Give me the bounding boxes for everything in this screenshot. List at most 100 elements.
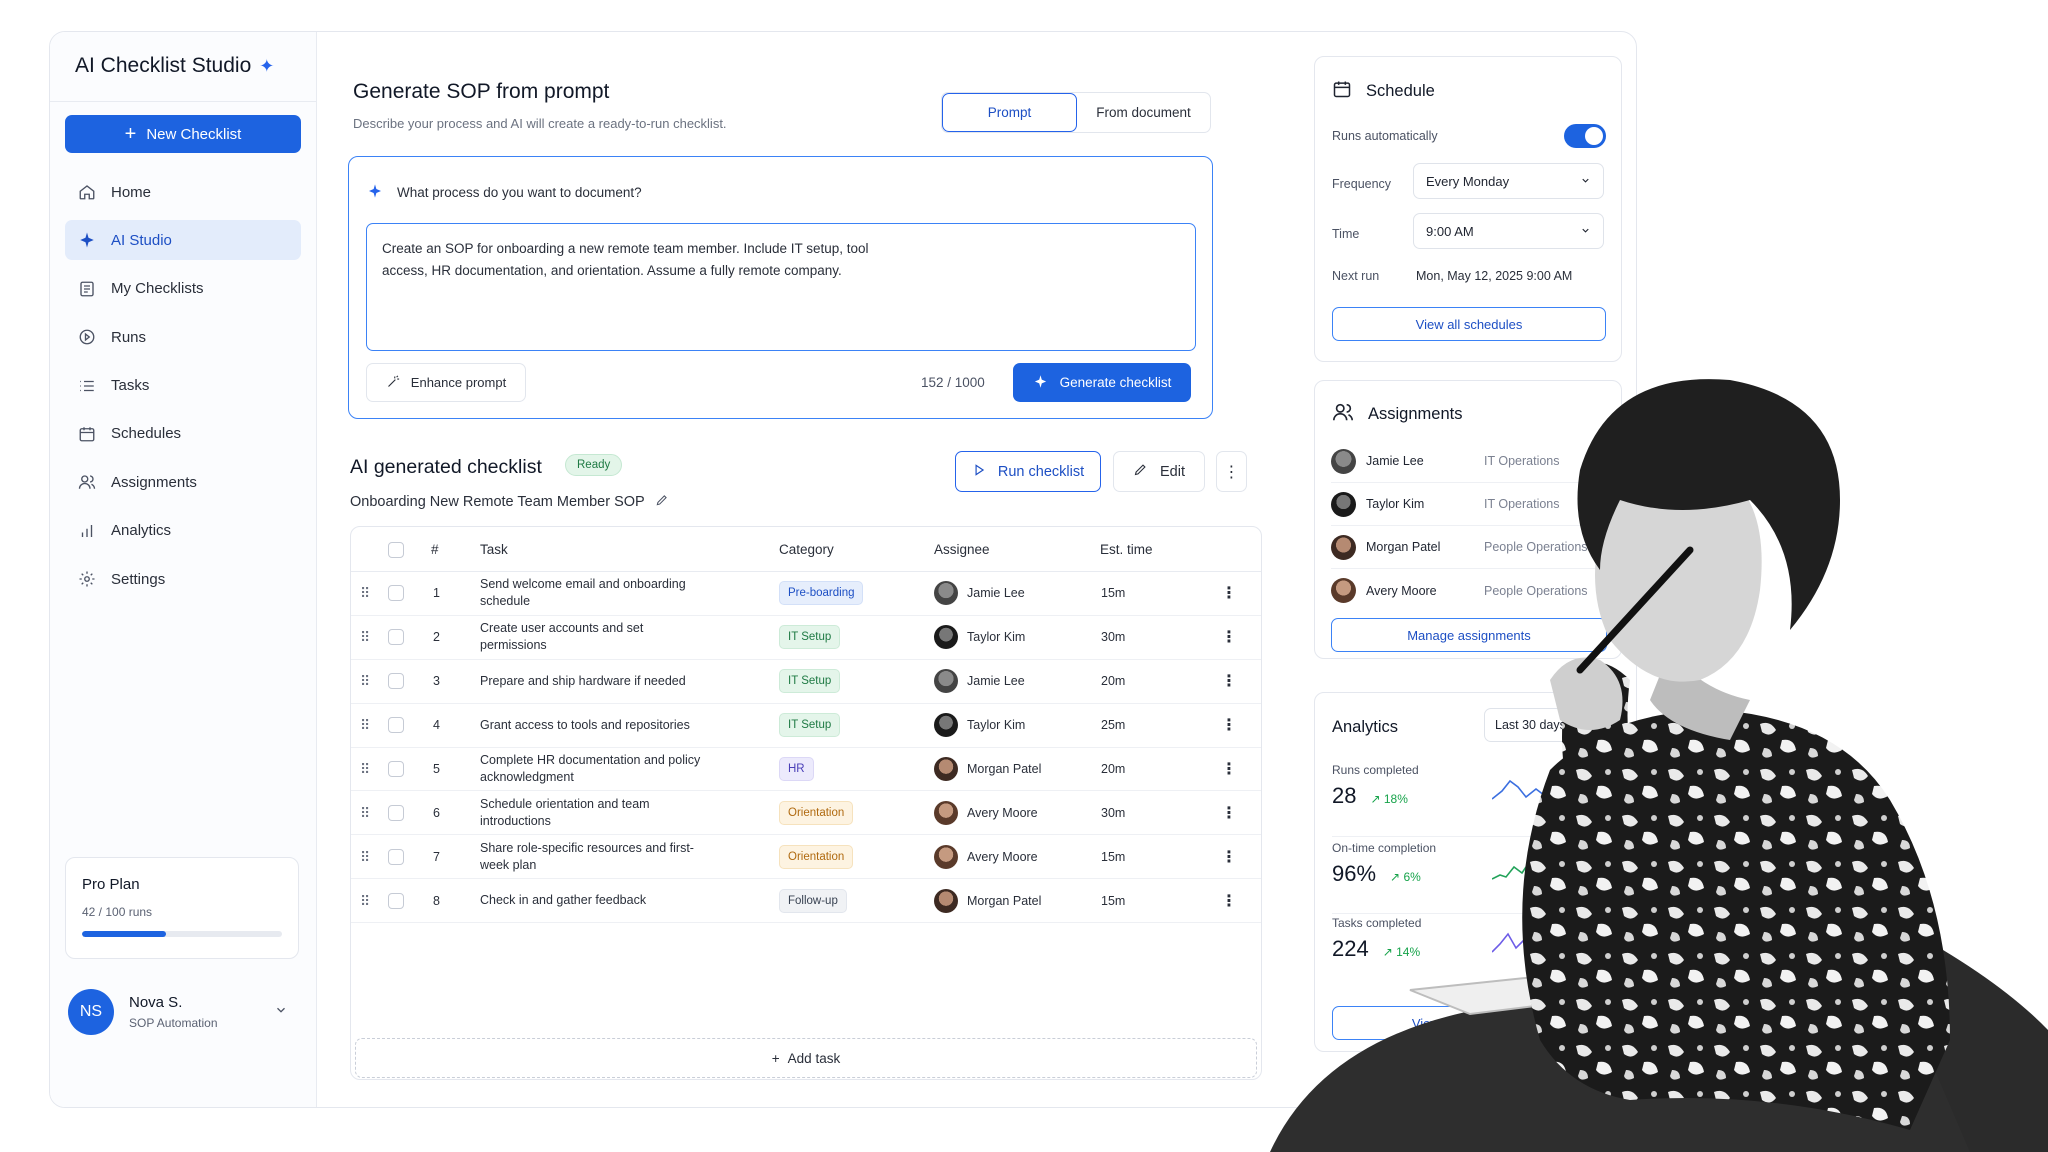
sidebar-item-analytics[interactable]: Analytics <box>65 511 301 551</box>
enhance-prompt-button[interactable]: Enhance prompt <box>366 363 526 402</box>
home-icon <box>77 182 97 202</box>
avatar <box>934 888 958 913</box>
sparkle-icon <box>1033 374 1048 392</box>
row-number: 3 <box>433 674 440 689</box>
row-number: 4 <box>433 718 440 733</box>
drag-handle-icon[interactable]: ⠿ <box>360 572 370 615</box>
table-row[interactable]: ⠿ 1 Send welcome email and onboarding sche… <box>351 572 1261 616</box>
edit-button[interactable]: Edit <box>1113 451 1205 492</box>
drag-handle-icon[interactable]: ⠿ <box>360 704 370 747</box>
row-checkbox[interactable] <box>388 848 404 865</box>
drag-handle-icon[interactable]: ⠿ <box>360 792 370 835</box>
table-row[interactable]: ⠿ 6 Schedule orientation and team introduc… <box>351 792 1261 836</box>
assignee-name: Avery Moore <box>967 849 1038 864</box>
row-menu-icon[interactable]: ⋮ <box>1221 660 1237 703</box>
row-menu-icon[interactable]: ⋮ <box>1221 572 1237 615</box>
assignee-name: Jamie Lee <box>967 586 1025 601</box>
sidebar-item-label: Analytics <box>111 522 172 540</box>
auto-run-toggle[interactable] <box>1564 124 1606 148</box>
checklist-name: Onboarding New Remote Team Member SOP <box>350 493 669 511</box>
drag-handle-icon[interactable]: ⠿ <box>360 748 370 791</box>
pencil-icon[interactable] <box>655 493 669 511</box>
table-row[interactable]: ⠿ 5 Complete HR documentation and policy a… <box>351 748 1261 792</box>
run-checklist-button[interactable]: Run checklist <box>955 451 1101 492</box>
time-select[interactable]: 9:00 AM <box>1413 213 1604 249</box>
person-photo <box>1270 379 2048 1152</box>
page-subtitle: Describe your process and AI will create… <box>353 116 727 131</box>
list-icon <box>77 376 97 396</box>
assignee-cell: Jamie Lee <box>934 572 1025 615</box>
category-badge: IT Setup <box>779 625 841 650</box>
row-checkbox[interactable] <box>388 585 404 602</box>
users-icon <box>77 472 97 492</box>
tab-from-document[interactable]: From document <box>1077 93 1210 132</box>
chevron-down-icon <box>1580 174 1591 189</box>
table-row[interactable]: ⠿ 3 Prepare and ship hardware if needed IT … <box>351 660 1261 704</box>
row-number: 6 <box>433 805 440 820</box>
chevron-down-icon <box>1580 224 1591 239</box>
drag-handle-icon[interactable]: ⠿ <box>360 879 370 922</box>
row-menu-icon[interactable]: ⋮ <box>1221 879 1237 922</box>
est-time: 20m <box>1101 674 1126 689</box>
sidebar-item-settings[interactable]: Settings <box>65 559 301 599</box>
column-header: # <box>431 542 439 557</box>
generate-checklist-button[interactable]: Generate checklist <box>1013 363 1191 402</box>
row-checkbox[interactable] <box>388 892 404 909</box>
task-name: Grant access to tools and repositories <box>480 717 690 732</box>
sidebar-item-ai-studio[interactable]: AI Studio <box>65 220 301 261</box>
toggle-knob <box>1585 127 1603 145</box>
row-checkbox[interactable] <box>388 761 404 778</box>
row-checkbox[interactable] <box>388 717 404 734</box>
row-menu-icon[interactable]: ⋮ <box>1221 835 1237 878</box>
row-menu-icon[interactable]: ⋮ <box>1221 748 1237 791</box>
sidebar-item-runs[interactable]: Runs <box>65 317 301 357</box>
drag-handle-icon[interactable]: ⠿ <box>360 616 370 659</box>
drag-handle-icon[interactable]: ⠿ <box>360 660 370 703</box>
table-row[interactable]: ⠿ 2 Create user accounts and set permissio… <box>351 616 1261 660</box>
new-checklist-button[interactable]: + New Checklist <box>65 115 301 153</box>
drag-handle-icon[interactable]: ⠿ <box>360 835 370 878</box>
est-time: 15m <box>1101 849 1126 864</box>
sidebar-item-label: My Checklists <box>111 280 204 298</box>
assignee-name: Jamie Lee <box>967 674 1025 689</box>
sidebar-item-my-checklists[interactable]: My Checklists <box>65 269 301 309</box>
table-row[interactable]: ⠿ 7 Share role-specific resources and firs… <box>351 835 1261 880</box>
row-checkbox[interactable] <box>388 629 404 646</box>
avatar <box>934 581 958 606</box>
table-row[interactable]: ⠿ 8 Check in and gather feedback Follow-up M… <box>351 879 1261 924</box>
row-checkbox[interactable] <box>388 673 404 690</box>
checklist-title: AI generated checklist <box>350 456 542 478</box>
sidebar-item-schedules[interactable]: Schedules <box>65 414 301 454</box>
plan-card: Pro Plan 42 / 100 runs <box>65 857 299 959</box>
sidebar-item-label: AI Studio <box>111 231 172 249</box>
source-tabs: Prompt From document <box>941 92 1211 133</box>
sidebar-item-home[interactable]: Home <box>65 172 301 212</box>
add-task-button[interactable]: + Add task <box>355 1038 1257 1078</box>
sidebar-item-assignments[interactable]: Assignments <box>65 462 301 502</box>
table-row[interactable]: ⠿ 4 Grant access to tools and repositories… <box>351 704 1261 748</box>
plan-progress-bar <box>82 931 282 937</box>
row-number: 2 <box>433 630 440 645</box>
frequency-select[interactable]: Every Monday <box>1413 163 1604 199</box>
more-options-button[interactable]: ⋮ <box>1216 451 1247 492</box>
select-all-checkbox[interactable] <box>388 541 404 558</box>
row-menu-icon[interactable]: ⋮ <box>1221 704 1237 747</box>
view-all-schedules-button[interactable]: View all schedules <box>1332 307 1606 341</box>
user-menu[interactable]: NS Nova S. SOP Automation <box>68 987 298 1037</box>
row-menu-icon[interactable]: ⋮ <box>1221 616 1237 659</box>
category-cell: Follow-up <box>779 879 847 922</box>
prompt-input[interactable]: Create an SOP for onboarding a new remot… <box>366 223 1196 351</box>
category-cell: Orientation <box>779 792 854 835</box>
column-header: Assignee <box>934 542 990 557</box>
assignee-name: Morgan Patel <box>967 893 1042 908</box>
row-checkbox-cell <box>388 572 404 615</box>
assignee-name: Taylor Kim <box>967 718 1026 733</box>
task-name: Send welcome email and onboarding schedu… <box>480 577 686 609</box>
sparkle-icon <box>77 230 97 250</box>
chevron-down-icon <box>274 1003 288 1022</box>
row-menu-icon[interactable]: ⋮ <box>1221 792 1237 835</box>
checklist-icon <box>77 279 97 299</box>
sidebar-item-tasks[interactable]: Tasks <box>65 366 301 406</box>
tab-prompt[interactable]: Prompt <box>942 93 1077 132</box>
row-checkbox[interactable] <box>388 804 404 821</box>
